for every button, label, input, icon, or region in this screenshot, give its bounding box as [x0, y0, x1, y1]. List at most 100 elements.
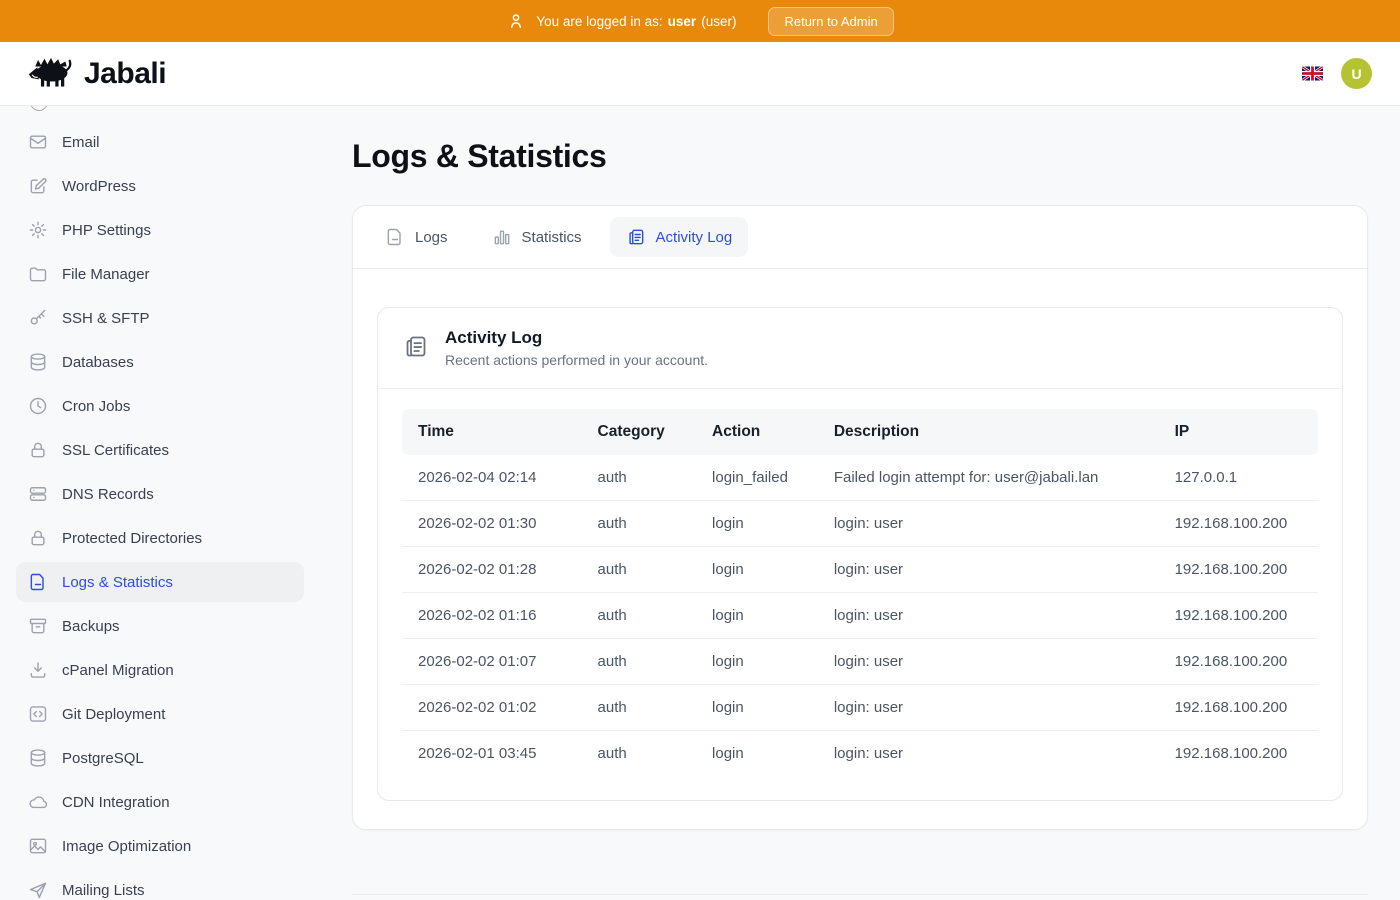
table-header-row: TimeCategoryActionDescriptionIP	[402, 409, 1318, 455]
activity-log-subtitle: Recent actions performed in your account…	[445, 352, 708, 368]
table-cell-ip: 192.168.100.200	[1159, 685, 1318, 731]
table-cell-time: 2026-02-04 02:14	[402, 455, 582, 501]
activity-log-table: TimeCategoryActionDescriptionIP 2026-02-…	[402, 409, 1318, 776]
table-cell-category: auth	[582, 685, 697, 731]
table-cell-description: Failed login attempt for: user@jabali.la…	[818, 455, 1159, 501]
table-row: 2026-02-02 01:07authloginlogin: user192.…	[402, 639, 1318, 685]
table-row: 2026-02-04 02:14authlogin_failedFailed l…	[402, 455, 1318, 501]
table-cell-description: login: user	[818, 731, 1159, 777]
server-icon	[28, 484, 48, 504]
database-icon	[28, 748, 48, 768]
table-cell-ip: 192.168.100.200	[1159, 731, 1318, 777]
sidebar-item-label: CDN Integration	[62, 794, 170, 811]
table-cell-ip: 192.168.100.200	[1159, 593, 1318, 639]
logged-in-prefix: You are logged in as:	[536, 14, 662, 29]
sidebar-item-label: WordPress	[62, 178, 136, 195]
column-header-ip: IP	[1159, 409, 1318, 455]
table-row: 2026-02-02 01:02authloginlogin: user192.…	[402, 685, 1318, 731]
tab-activity-log[interactable]: Activity Log	[610, 217, 749, 257]
table-cell-time: 2026-02-02 01:28	[402, 547, 582, 593]
tab-label: Statistics	[522, 229, 582, 246]
clock-icon	[28, 396, 48, 416]
image-icon	[28, 836, 48, 856]
sidebar-item-postgresql[interactable]: PostgreSQL	[16, 738, 304, 778]
table-cell-category: auth	[582, 731, 697, 777]
table-row: 2026-02-02 01:16authloginlogin: user192.…	[402, 593, 1318, 639]
logged-in-username: user	[668, 14, 697, 29]
sidebar-item-image-optimization[interactable]: Image Optimization	[16, 826, 304, 866]
user-avatar[interactable]: U	[1341, 58, 1372, 89]
sidebar-item-git-deployment[interactable]: Git Deployment	[16, 694, 304, 734]
tab-logs[interactable]: Logs	[369, 217, 464, 257]
tab-bar: Logs Statistics Activity Log	[353, 206, 1367, 269]
table-cell-time: 2026-02-02 01:16	[402, 593, 582, 639]
sidebar-item-label: Mailing Lists	[62, 882, 145, 899]
table-cell-time: 2026-02-02 01:02	[402, 685, 582, 731]
return-to-admin-button[interactable]: Return to Admin	[768, 7, 893, 36]
sidebar-item-label: cPanel Migration	[62, 662, 174, 679]
sidebar-item-ssh-sftp[interactable]: SSH & SFTP	[16, 298, 304, 338]
table-row: 2026-02-02 01:30authloginlogin: user192.…	[402, 501, 1318, 547]
brand-name: Jabali	[84, 57, 166, 91]
table-cell-time: 2026-02-02 01:07	[402, 639, 582, 685]
sidebar-item-ssl-certificates[interactable]: SSL Certificates	[16, 430, 304, 470]
app-header: Jabali U	[0, 42, 1400, 106]
archive-icon	[28, 616, 48, 636]
sidebar-item-label: Cron Jobs	[62, 398, 130, 415]
chart-icon	[492, 227, 512, 247]
sidebar-item-label: Git Deployment	[62, 706, 165, 723]
edit-icon	[28, 176, 48, 196]
gear-icon	[28, 220, 48, 240]
table-cell-action: login_failed	[696, 455, 818, 501]
uk-flag-icon[interactable]	[1302, 66, 1323, 81]
table-row: 2026-02-02 01:28authloginlogin: user192.…	[402, 547, 1318, 593]
table-cell-category: auth	[582, 455, 697, 501]
lock-icon	[28, 528, 48, 548]
table-cell-ip: 192.168.100.200	[1159, 547, 1318, 593]
sidebar-item-label: PHP Settings	[62, 222, 151, 239]
sidebar-item-protected-directories[interactable]: Protected Directories	[16, 518, 304, 558]
document-icon	[385, 227, 405, 247]
sidebar-item-cpanel-migration[interactable]: cPanel Migration	[16, 650, 304, 690]
table-cell-action: login	[696, 639, 818, 685]
table-cell-category: auth	[582, 547, 697, 593]
table-cell-action: login	[696, 731, 818, 777]
key-icon	[28, 308, 48, 328]
table-cell-action: login	[696, 685, 818, 731]
sidebar-item-label: PostgreSQL	[62, 750, 144, 767]
sidebar-item-cdn-integration[interactable]: CDN Integration	[16, 782, 304, 822]
sidebar-item-databases[interactable]: Databases	[16, 342, 304, 382]
sidebar-item-mailing-lists[interactable]: Mailing Lists	[16, 870, 304, 900]
tab-label: Activity Log	[656, 229, 733, 246]
database-icon	[28, 352, 48, 372]
sidebar-item-cron-jobs[interactable]: Cron Jobs	[16, 386, 304, 426]
table-cell-ip: 127.0.0.1	[1159, 455, 1318, 501]
logs-statistics-card: Logs Statistics Activity Log Activity Log …	[352, 205, 1368, 830]
table-cell-category: auth	[582, 501, 697, 547]
table-cell-time: 2026-02-02 01:30	[402, 501, 582, 547]
sidebar-item-php-settings[interactable]: PHP Settings	[16, 210, 304, 250]
sidebar-item-email[interactable]: Email	[16, 122, 304, 162]
download-icon	[28, 660, 48, 680]
column-header-time: Time	[402, 409, 582, 455]
table-row: 2026-02-01 03:45authloginlogin: user192.…	[402, 731, 1318, 777]
brand[interactable]: Jabali	[28, 55, 166, 93]
table-cell-category: auth	[582, 639, 697, 685]
table-cell-action: login	[696, 547, 818, 593]
sidebar-nav: EmailWordPressPHP SettingsFile ManagerSS…	[0, 106, 320, 900]
sidebar-item-logs-statistics[interactable]: Logs & Statistics	[16, 562, 304, 602]
impersonation-bar: You are logged in as: user (user) Return…	[0, 0, 1400, 42]
sidebar-item-label: Logs & Statistics	[62, 574, 173, 591]
sidebar-item-file-manager[interactable]: File Manager	[16, 254, 304, 294]
tab-statistics[interactable]: Statistics	[476, 217, 598, 257]
table-cell-ip: 192.168.100.200	[1159, 501, 1318, 547]
table-cell-ip: 192.168.100.200	[1159, 639, 1318, 685]
column-header-action: Action	[696, 409, 818, 455]
sidebar-item-backups[interactable]: Backups	[16, 606, 304, 646]
sidebar-item-dns-records[interactable]: DNS Records	[16, 474, 304, 514]
sidebar-item-label: Image Optimization	[62, 838, 191, 855]
sidebar-item-wordpress[interactable]: WordPress	[16, 166, 304, 206]
table-cell-action: login	[696, 501, 818, 547]
page-title: Logs & Statistics	[352, 138, 1368, 175]
activity-log-card: Activity Log Recent actions performed in…	[377, 307, 1343, 801]
